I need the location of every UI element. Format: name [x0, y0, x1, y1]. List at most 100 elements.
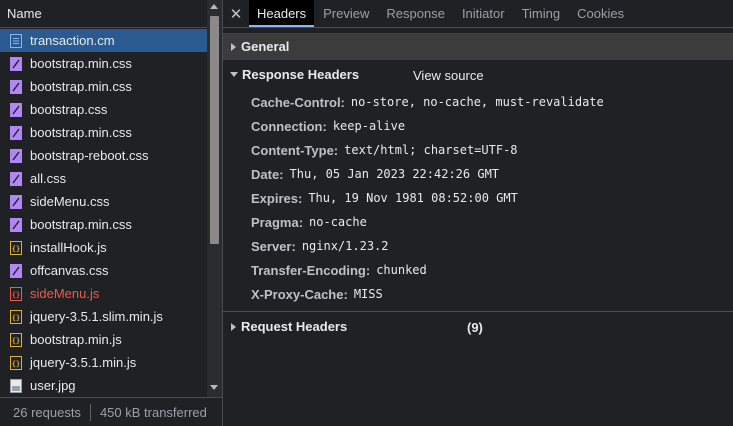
request-name: jquery-3.5.1.slim.min.js [30, 309, 163, 324]
tab-headers[interactable]: Headers [249, 0, 315, 27]
scrollbar-thumb[interactable] [210, 16, 219, 244]
scroll-down-arrow-icon[interactable] [210, 385, 218, 390]
header-name: Date: [251, 166, 284, 182]
expand-triangle-icon [231, 322, 236, 331]
transferred-summary: 450 kB transferred [99, 404, 207, 420]
header-row: Server: nginx/1.23.2 [251, 234, 731, 258]
request-name: bootstrap.min.js [30, 332, 122, 347]
script-icon: {} [9, 240, 22, 255]
request-list: transaction.cm bootstrap.min.css bootstrap… [0, 29, 207, 397]
header-name: Content-Type: [251, 142, 339, 158]
general-section-label: General [241, 39, 290, 54]
stylesheet-icon [9, 194, 22, 209]
expand-triangle-icon [231, 42, 236, 51]
stylesheet-icon [9, 125, 22, 140]
header-row: Expires: Thu, 19 Nov 1981 08:52:00 GMT [251, 186, 731, 210]
status-divider [89, 403, 91, 421]
header-name: Transfer-Encoding: [251, 262, 371, 278]
request-row[interactable]: bootstrap-reboot.css [0, 144, 207, 167]
request-name: all.css [30, 171, 67, 186]
svg-text:{}: {} [11, 314, 19, 322]
tab-response[interactable]: Response [378, 0, 453, 27]
script-icon: {} [9, 309, 22, 324]
header-value[interactable]: Thu, 19 Nov 1981 08:52:00 GMT [308, 191, 518, 205]
request-row[interactable]: transaction.cm [0, 29, 207, 52]
collapse-triangle-icon [230, 72, 238, 77]
section-divider [223, 311, 733, 312]
request-headers-count: (9) [467, 320, 483, 335]
request-name: user.jpg [30, 378, 76, 393]
header-row: Cache-Control: no-store, no-cache, must-r… [251, 90, 731, 114]
script-error-icon: {} [9, 286, 22, 301]
svg-text:{}: {} [11, 291, 19, 299]
request-row[interactable]: all.css [0, 167, 207, 190]
request-name: sideMenu.css [30, 194, 110, 209]
tab-cookies[interactable]: Cookies [569, 0, 632, 27]
header-name: Pragma: [251, 214, 304, 230]
svg-text:{}: {} [11, 337, 19, 345]
response-headers-label: Response Headers [242, 67, 360, 82]
header-value[interactable]: Thu, 05 Jan 2023 22:42:26 GMT [290, 167, 500, 181]
details-tabbar: ✕ Headers Preview Response Initiator Timing C… [223, 0, 733, 28]
svg-text:{}: {} [11, 245, 19, 253]
request-name: bootstrap.min.css [30, 56, 132, 71]
request-name: sideMenu.js [30, 286, 100, 301]
general-section-header[interactable]: General [223, 33, 733, 60]
request-row[interactable]: offcanvas.css [0, 259, 207, 282]
request-name: transaction.cm [30, 33, 115, 48]
request-name: offcanvas.css [30, 263, 109, 278]
request-name: bootstrap.css [30, 102, 108, 117]
request-row[interactable]: bootstrap.min.css [0, 121, 207, 144]
document-icon [9, 33, 22, 48]
request-list-panel: Name transaction.cm bootstrap.min.css boot… [0, 0, 223, 426]
request-name: jquery-3.5.1.min.js [30, 355, 137, 370]
tab-timing[interactable]: Timing [514, 0, 569, 27]
header-value[interactable]: text/html; charset=UTF-8 [344, 143, 517, 157]
stylesheet-icon [9, 102, 22, 117]
request-row[interactable]: bootstrap.min.css [0, 75, 207, 98]
scroll-up-arrow-icon[interactable] [210, 4, 218, 9]
stylesheet-icon [9, 263, 22, 278]
request-count-summary: 26 requests [13, 404, 81, 420]
header-row: Date: Thu, 05 Jan 2023 22:42:26 GMT [251, 162, 731, 186]
request-row[interactable]: {} bootstrap.min.js [0, 328, 207, 351]
tab-initiator[interactable]: Initiator [454, 0, 513, 27]
stylesheet-icon [9, 148, 22, 163]
header-row: X-Proxy-Cache: MISS [251, 282, 731, 306]
header-value[interactable]: no-cache [309, 215, 367, 229]
stylesheet-icon [9, 79, 22, 94]
script-icon: {} [9, 355, 22, 370]
header-value[interactable]: no-store, no-cache, must-revalidate [351, 95, 604, 109]
request-name: installHook.js [30, 240, 107, 255]
close-icon[interactable]: ✕ [223, 0, 249, 27]
request-row[interactable]: {} installHook.js [0, 236, 207, 259]
stylesheet-icon [9, 217, 22, 232]
name-column-header[interactable]: Name [0, 0, 207, 28]
request-name: bootstrap.min.css [30, 79, 132, 94]
request-row[interactable]: bootstrap.css [0, 98, 207, 121]
header-row: Transfer-Encoding: chunked [251, 258, 731, 282]
header-value[interactable]: chunked [376, 263, 427, 277]
image-icon [9, 378, 22, 393]
header-value[interactable]: keep-alive [333, 119, 405, 133]
view-source-link[interactable]: View source [413, 68, 484, 83]
stylesheet-icon [9, 171, 22, 186]
request-row[interactable]: {} jquery-3.5.1.slim.min.js [0, 305, 207, 328]
request-row[interactable]: bootstrap.min.css [0, 52, 207, 75]
request-list-scrollbar[interactable] [207, 0, 222, 397]
request-details-panel: ✕ Headers Preview Response Initiator Timing C… [223, 0, 733, 426]
request-name: bootstrap.min.css [30, 217, 132, 232]
request-row[interactable]: {} sideMenu.js [0, 282, 207, 305]
tab-preview[interactable]: Preview [315, 0, 377, 27]
header-name: Expires: [251, 190, 303, 206]
header-row: Pragma: no-cache [251, 210, 731, 234]
request-row[interactable]: sideMenu.css [0, 190, 207, 213]
header-value[interactable]: MISS [354, 287, 383, 301]
request-name: bootstrap-reboot.css [30, 148, 149, 163]
request-row[interactable]: user.jpg [0, 374, 207, 397]
header-name: Cache-Control: [251, 94, 345, 110]
request-name: bootstrap.min.css [30, 125, 132, 140]
header-value[interactable]: nginx/1.23.2 [302, 239, 389, 253]
request-row[interactable]: bootstrap.min.css [0, 213, 207, 236]
request-row[interactable]: {} jquery-3.5.1.min.js [0, 351, 207, 374]
